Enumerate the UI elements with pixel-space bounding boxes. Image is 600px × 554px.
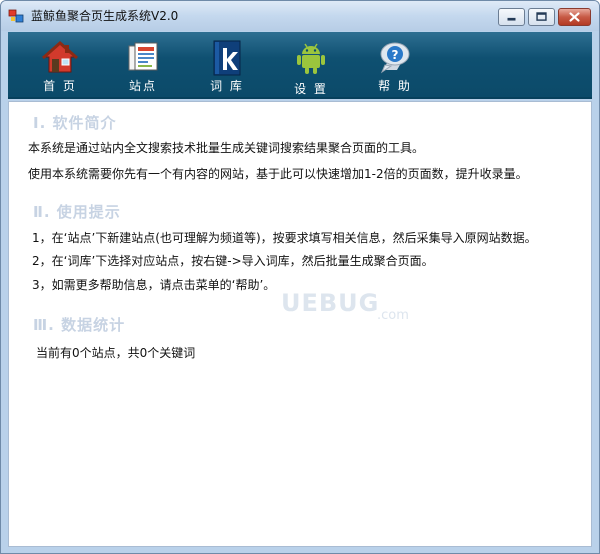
toolbar-lexicon-button[interactable]: 词 库 bbox=[192, 36, 262, 96]
home-icon bbox=[42, 40, 78, 73]
svg-text:.com: .com bbox=[377, 308, 409, 323]
stats-summary: 当前有0个站点，共0个关键词 bbox=[36, 346, 196, 360]
svg-text:?: ? bbox=[392, 48, 399, 62]
minimize-icon bbox=[507, 17, 516, 21]
main-toolbar: 首 页 站点 词 库 设 置 ? 帮 助 bbox=[8, 32, 592, 99]
help-icon: ? bbox=[380, 42, 410, 74]
toolbar-sites-label: 站点 bbox=[128, 79, 157, 93]
android-settings-icon bbox=[297, 43, 325, 74]
toolbar-help-label: 帮 助 bbox=[378, 79, 412, 93]
toolbar-settings-label: 设 置 bbox=[294, 82, 328, 96]
title-bar[interactable]: 蓝鲸鱼聚合页生成系统V2.0 bbox=[1, 1, 599, 31]
intro-line-2: 使用本系统需要你先有一个有内容的网站，基于此可以快速增加1-2倍的页面数，提升收… bbox=[28, 167, 528, 181]
intro-line-1: 本系统是通过站内全文搜索技术批量生成关键词搜索结果聚合页面的工具。 bbox=[28, 141, 425, 155]
toolbar-home-button[interactable]: 首 页 bbox=[25, 36, 95, 96]
svg-text:UEBUG: UEBUG bbox=[281, 289, 379, 317]
toolbar-settings-button[interactable]: 设 置 bbox=[276, 36, 346, 96]
close-icon bbox=[569, 12, 580, 22]
window-title: 蓝鲸鱼聚合页生成系统V2.0 bbox=[31, 9, 179, 23]
toolbar-help-button[interactable]: ? 帮 助 bbox=[360, 36, 430, 96]
toolbar-lexicon-label: 词 库 bbox=[210, 79, 244, 93]
minimize-button[interactable] bbox=[498, 8, 525, 26]
lexicon-icon bbox=[213, 40, 241, 76]
sites-icon bbox=[128, 42, 158, 71]
close-button[interactable] bbox=[558, 8, 591, 26]
section-title-stats: Ⅲ. 数据统计 bbox=[33, 316, 126, 334]
section-title-intro: Ⅰ. 软件简介 bbox=[33, 114, 117, 132]
tip-line-3: 3，如需更多帮助信息，请点击菜单的‘帮助’。 bbox=[32, 278, 276, 292]
maximize-icon bbox=[536, 12, 547, 21]
uebug-watermark: UEBUG .com bbox=[281, 289, 409, 323]
tip-line-1: 1，在‘站点’下新建站点(也可理解为频道等)，按要求填写相关信息，然后采集导入原… bbox=[32, 231, 537, 245]
section-title-tips: Ⅱ. 使用提示 bbox=[33, 203, 121, 221]
maximize-button[interactable] bbox=[528, 8, 555, 26]
tip-line-2: 2，在‘词库’下选择对应站点，按右键->导入词库，然后批量生成聚合页面。 bbox=[32, 254, 434, 268]
main-window: 蓝鲸鱼聚合页生成系统V2.0 首 页 站点 词 库 设 置 ? 帮 助 Ⅰ. 软… bbox=[0, 0, 600, 554]
window-controls bbox=[495, 8, 591, 26]
toolbar-home-label: 首 页 bbox=[43, 79, 77, 93]
toolbar-sites-button[interactable]: 站点 bbox=[108, 36, 178, 96]
content-panel: Ⅰ. 软件简介 本系统是通过站内全文搜索技术批量生成关键词搜索结果聚合页面的工具… bbox=[8, 101, 592, 547]
app-icon bbox=[8, 9, 24, 23]
